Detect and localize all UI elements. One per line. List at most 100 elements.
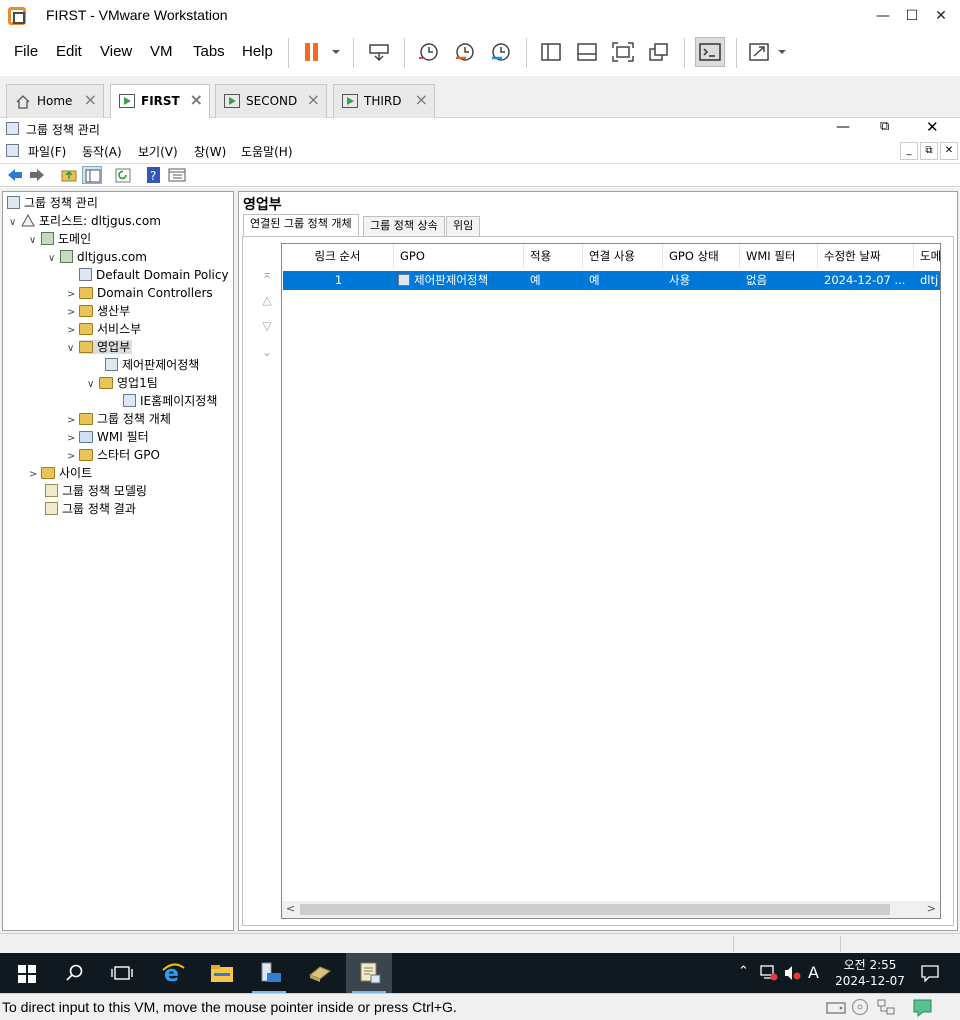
help-icon[interactable]: ? bbox=[145, 166, 163, 184]
tree-node-control-panel-policy[interactable]: 제어판제어정책 bbox=[105, 356, 199, 374]
volume-muted-icon[interactable] bbox=[784, 965, 802, 981]
hard-disk-icon[interactable] bbox=[826, 999, 846, 1016]
refresh-icon[interactable] bbox=[114, 167, 132, 183]
tree-node-wmi-filters[interactable]: > WMI 필터 bbox=[67, 428, 149, 446]
menu-edit[interactable]: Edit bbox=[56, 43, 82, 60]
revert-snapshot-icon[interactable] bbox=[452, 40, 478, 64]
task-view-icon[interactable] bbox=[111, 964, 133, 982]
suspend-icon[interactable] bbox=[300, 40, 326, 64]
tree-node-sites[interactable]: > 사이트 bbox=[29, 464, 92, 482]
back-arrow-icon[interactable] bbox=[6, 167, 24, 183]
forward-arrow-icon[interactable] bbox=[28, 167, 46, 183]
move-top-icon[interactable]: ⌅ bbox=[259, 267, 275, 281]
chevron-down-icon[interactable]: ∨ bbox=[87, 376, 99, 394]
tree-node-gp-modeling[interactable]: 그룹 정책 모델링 bbox=[45, 482, 147, 500]
chevron-down-icon[interactable]: ∨ bbox=[48, 250, 60, 268]
close-tab-icon[interactable]: × bbox=[84, 90, 97, 109]
column-header-wmi-filter[interactable]: WMI 필터 bbox=[740, 244, 818, 268]
tree-node-gp-results[interactable]: 그룹 정책 결과 bbox=[45, 500, 136, 518]
snapshot-manager-icon[interactable] bbox=[488, 40, 514, 64]
windows-start-icon[interactable] bbox=[18, 965, 36, 983]
menu-file[interactable]: File bbox=[14, 43, 38, 60]
maximize-button[interactable]: ☐ bbox=[901, 6, 923, 26]
cd-dvd-icon[interactable] bbox=[850, 998, 870, 1016]
sidebar-view-icon[interactable] bbox=[538, 40, 564, 64]
menu-vm[interactable]: VM bbox=[150, 43, 173, 60]
tab-delegation[interactable]: 위임 bbox=[446, 216, 481, 236]
chevron-down-icon[interactable]: ∨ bbox=[29, 232, 41, 250]
taskbar-server-manager[interactable] bbox=[246, 953, 292, 993]
console-view-icon[interactable] bbox=[695, 37, 725, 67]
tree-node-starter-gpos[interactable]: > 스타터 GPO bbox=[67, 446, 160, 464]
child-restore-button[interactable]: ⧉ bbox=[920, 142, 938, 160]
menu-help[interactable]: Help bbox=[242, 43, 273, 60]
mmc-menu-file[interactable]: 파일(F) bbox=[28, 143, 66, 160]
tab-gp-inheritance[interactable]: 그룹 정책 상속 bbox=[363, 216, 445, 236]
tab-first[interactable]: FIRST × bbox=[110, 84, 210, 118]
tree-node-ie-homepage-policy[interactable]: IE홈페이지정책 bbox=[123, 392, 217, 410]
taskbar-tools[interactable] bbox=[296, 953, 342, 993]
snapshot-icon[interactable] bbox=[416, 40, 442, 64]
move-down-icon[interactable]: ▽ bbox=[259, 319, 275, 333]
send-ctrl-alt-del-icon[interactable] bbox=[366, 40, 392, 64]
mmc-menu-action[interactable]: 동작(A) bbox=[82, 143, 122, 160]
tree-node-production[interactable]: > 생산부 bbox=[67, 302, 130, 320]
clock-time[interactable]: 오전 2:55 bbox=[828, 956, 912, 973]
tree-node-forest[interactable]: ∨ 포리스트: dltjgus.com bbox=[9, 212, 161, 230]
move-bottom-icon[interactable]: ⌄ bbox=[259, 345, 275, 359]
unity-icon[interactable] bbox=[646, 40, 672, 64]
horizontal-scrollbar[interactable]: < > bbox=[282, 901, 940, 918]
menu-view[interactable]: View bbox=[100, 43, 132, 60]
tree-node-domains[interactable]: ∨ 도메인 bbox=[29, 230, 91, 248]
tree-node-domain-controllers[interactable]: > Domain Controllers bbox=[67, 284, 213, 302]
show-hide-tree-icon[interactable] bbox=[82, 166, 102, 184]
tree-node-default-domain-policy[interactable]: Default Domain Policy bbox=[79, 266, 229, 284]
column-header-modified[interactable]: 수정한 날짜 bbox=[818, 244, 914, 268]
input-method-indicator[interactable]: A bbox=[808, 963, 819, 982]
tree-node-sales[interactable]: ∨ 영업부 bbox=[67, 338, 133, 356]
properties-icon[interactable] bbox=[168, 167, 186, 183]
message-log-icon[interactable] bbox=[912, 998, 934, 1017]
scroll-thumb[interactable] bbox=[300, 904, 890, 915]
column-header-enforced[interactable]: 적용 bbox=[524, 244, 583, 268]
column-header-domain[interactable]: 도메 bbox=[914, 244, 940, 268]
up-folder-icon[interactable] bbox=[60, 167, 78, 183]
search-icon[interactable] bbox=[66, 964, 84, 982]
minimize-button[interactable]: — bbox=[872, 6, 894, 26]
tree-node-service[interactable]: > 서비스부 bbox=[67, 320, 141, 338]
stretch-guest-icon[interactable] bbox=[746, 40, 772, 64]
mmc-menu-window[interactable]: 창(W) bbox=[194, 143, 226, 160]
column-header-gpo[interactable]: GPO bbox=[394, 244, 524, 268]
mmc-minimize-button[interactable]: — bbox=[836, 119, 850, 135]
thumbnail-view-icon[interactable] bbox=[574, 40, 600, 64]
close-tab-icon[interactable]: × bbox=[415, 90, 428, 109]
tree-node-gpo-objects[interactable]: > 그룹 정책 개체 bbox=[67, 410, 171, 428]
network-adapter-icon[interactable] bbox=[876, 998, 896, 1016]
column-header-gpo-status[interactable]: GPO 상태 bbox=[663, 244, 740, 268]
mmc-restore-button[interactable]: ⧉ bbox=[880, 119, 889, 134]
close-tab-icon[interactable]: × bbox=[190, 90, 203, 109]
action-center-icon[interactable] bbox=[920, 964, 940, 982]
chevron-down-icon[interactable]: ∨ bbox=[9, 214, 21, 232]
close-tab-icon[interactable]: × bbox=[307, 90, 320, 109]
move-up-icon[interactable]: △ bbox=[259, 293, 275, 307]
table-row[interactable]: 1 제어판제어정책 예 예 사용 없음 2024-12-07 ... dltj bbox=[283, 271, 940, 290]
tree-node-domain[interactable]: ∨ dltjgus.com bbox=[48, 248, 147, 266]
child-close-button[interactable]: ✕ bbox=[940, 142, 958, 160]
scroll-right-icon[interactable]: > bbox=[927, 902, 936, 915]
taskbar-file-explorer[interactable] bbox=[198, 953, 244, 993]
tab-home[interactable]: Home × bbox=[6, 84, 104, 118]
menu-tabs[interactable]: Tabs bbox=[193, 43, 225, 60]
show-hidden-icons-icon[interactable]: ⌃ bbox=[738, 964, 749, 979]
clock-date[interactable]: 2024-12-07 bbox=[828, 974, 912, 988]
mmc-menu-view[interactable]: 보기(V) bbox=[138, 143, 178, 160]
scroll-left-icon[interactable]: < bbox=[286, 902, 295, 915]
tree-node-sales-team1[interactable]: ∨ 영업1팀 bbox=[87, 374, 158, 392]
full-screen-icon[interactable] bbox=[610, 40, 636, 64]
power-dropdown-icon[interactable] bbox=[328, 40, 354, 64]
chevron-right-icon[interactable]: > bbox=[29, 466, 41, 484]
taskbar-gpmc[interactable] bbox=[346, 953, 392, 993]
close-button[interactable]: ✕ bbox=[930, 6, 952, 26]
child-minimize-button[interactable]: _ bbox=[900, 142, 918, 160]
tree-node-root[interactable]: 그룹 정책 관리 bbox=[7, 194, 98, 212]
